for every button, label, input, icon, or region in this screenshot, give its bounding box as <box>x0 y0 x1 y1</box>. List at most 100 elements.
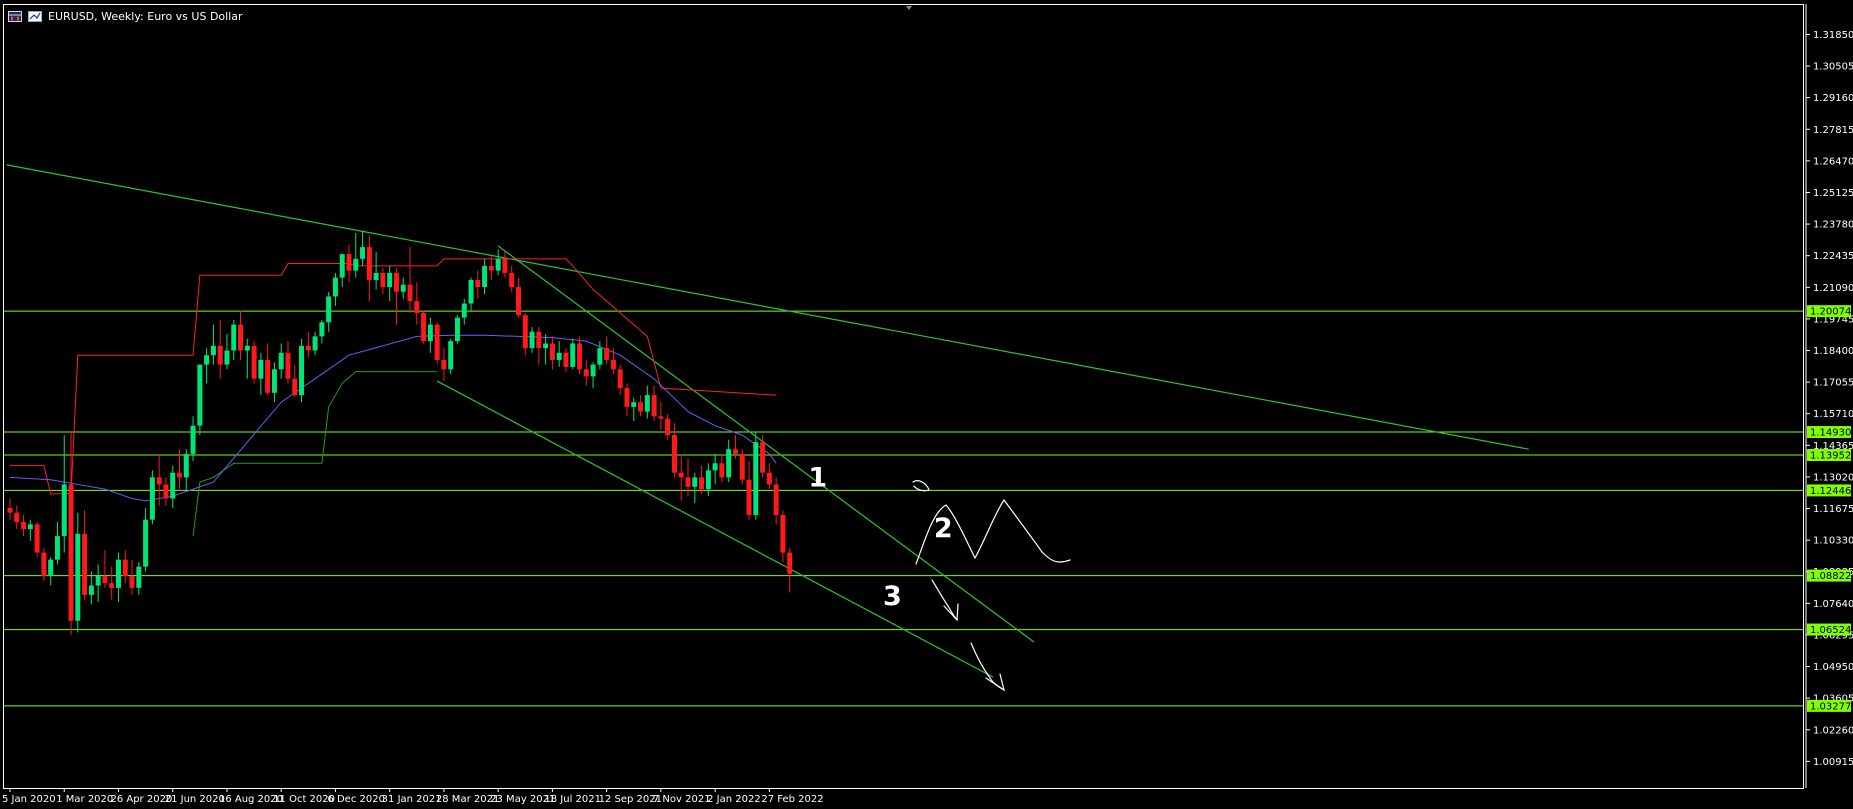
price-tick-label: 1.11675 <box>1813 504 1853 515</box>
candle-body <box>136 566 142 588</box>
price-tick-label: 1.23780 <box>1813 220 1853 231</box>
candle-body <box>387 272 393 288</box>
chart-title: EURUSD, Weekly: Euro vs US Dollar <box>48 9 243 23</box>
candle-body <box>658 416 664 419</box>
wave-label: 1 <box>808 462 827 493</box>
price-tick-label: 1.15710 <box>1813 409 1853 420</box>
candle-body <box>244 345 250 351</box>
price-tick-label: 1.18400 <box>1813 346 1853 357</box>
price-tick-label: 1.30505 <box>1813 62 1853 73</box>
candle-body <box>41 552 47 577</box>
chart-background <box>0 0 1853 809</box>
candle-body <box>319 322 325 337</box>
price-level-tag-label: 1.20074 <box>1810 307 1851 318</box>
candle-body <box>726 449 732 478</box>
candle-body <box>75 533 81 621</box>
candle-body <box>217 345 223 365</box>
candle-body <box>651 395 657 417</box>
candle-body <box>590 364 596 377</box>
price-level-tag-label: 1.08822 <box>1810 571 1851 582</box>
candle-body <box>773 484 779 515</box>
candle-body <box>251 345 257 379</box>
candle-body <box>556 352 562 360</box>
candle-body <box>739 453 745 480</box>
candle-body <box>719 463 725 478</box>
candle-body <box>468 280 474 304</box>
price-tick-label: 1.26470 <box>1813 156 1853 167</box>
candle-body <box>522 315 528 349</box>
candle-body <box>366 247 372 281</box>
price-level-tag-label: 1.06524 <box>1810 625 1851 636</box>
chart-canvas[interactable]: 1.31850 1.30505 1.29160 1.27815 1.26470 1.251… <box>0 0 1853 809</box>
candle-body <box>732 449 738 454</box>
price-tick-label: 1.21090 <box>1813 283 1853 294</box>
chart-window-icon <box>8 10 22 22</box>
candle-body <box>665 418 671 436</box>
candle-body <box>82 533 88 595</box>
candle-body <box>644 395 650 412</box>
candle-body <box>400 284 406 292</box>
candle-body <box>712 463 718 471</box>
candle-body <box>14 512 20 523</box>
time-tick-label: 2 Jan 2022 <box>707 794 761 805</box>
candle-body <box>115 559 121 588</box>
wave-label: 3 <box>883 581 902 612</box>
candle-body <box>610 359 616 370</box>
candle-body <box>360 247 366 259</box>
time-tick-label: 6 Dec 2020 <box>327 794 385 805</box>
candle-body <box>509 272 515 288</box>
price-tick-label: 1.02260 <box>1813 725 1853 736</box>
time-tick-label: 1 Mar 2020 <box>56 794 113 805</box>
candle-body <box>753 442 759 515</box>
time-tick-label: 31 Jan 2021 <box>382 794 442 805</box>
candle-body <box>339 254 345 278</box>
wave-label: 2 <box>934 513 953 544</box>
candle-body <box>61 484 67 537</box>
time-tick-label: 18 Jul 2021 <box>544 794 601 805</box>
candle-body <box>678 472 684 478</box>
candle-body <box>604 348 610 360</box>
chart-sync-icon <box>28 10 42 22</box>
candle-body <box>766 472 772 485</box>
candle-body <box>549 343 555 360</box>
candle-body <box>760 442 766 473</box>
candle-body <box>170 472 176 499</box>
time-tick-label: 11 Oct 2020 <box>273 794 335 805</box>
candle-body <box>746 479 752 515</box>
candle-body <box>441 359 447 370</box>
time-tick-label: 27 Feb 2022 <box>761 794 823 805</box>
candle-body <box>495 258 501 271</box>
candle-body <box>393 272 399 292</box>
candle-body <box>570 343 576 367</box>
candle-body <box>156 477 162 485</box>
candle-body <box>597 348 603 365</box>
candle-body <box>448 341 454 370</box>
candle-body <box>577 343 583 370</box>
candle-body <box>122 559 128 577</box>
price-tick-label: 1.10330 <box>1813 536 1853 547</box>
candle-body <box>109 583 115 588</box>
candle-body <box>285 352 291 379</box>
candle-body <box>407 284 413 302</box>
candle-body <box>671 435 677 473</box>
candle-body <box>617 369 623 389</box>
candle-body <box>95 576 101 586</box>
candle-body <box>421 312 427 342</box>
candle-body <box>699 477 705 490</box>
candle-body <box>346 254 352 271</box>
candle-body <box>271 369 277 393</box>
candle-body <box>373 272 379 281</box>
candle-body <box>258 359 264 379</box>
candle-body <box>624 388 630 407</box>
price-tick-label: 1.31850 <box>1813 30 1853 41</box>
candle-body <box>461 303 467 318</box>
time-tick-label: 26 Apr 2020 <box>110 794 172 805</box>
chart-title-bar: EURUSD, Weekly: Euro vs US Dollar <box>8 9 243 23</box>
candle-body <box>454 317 460 342</box>
price-level-tag-label: 1.13952 <box>1810 451 1851 462</box>
candle-body <box>305 345 311 351</box>
time-tick-label: 5 Jan 2020 <box>2 794 56 805</box>
candle-body <box>34 524 40 553</box>
candle-body <box>183 453 189 478</box>
candle-body <box>482 265 488 288</box>
